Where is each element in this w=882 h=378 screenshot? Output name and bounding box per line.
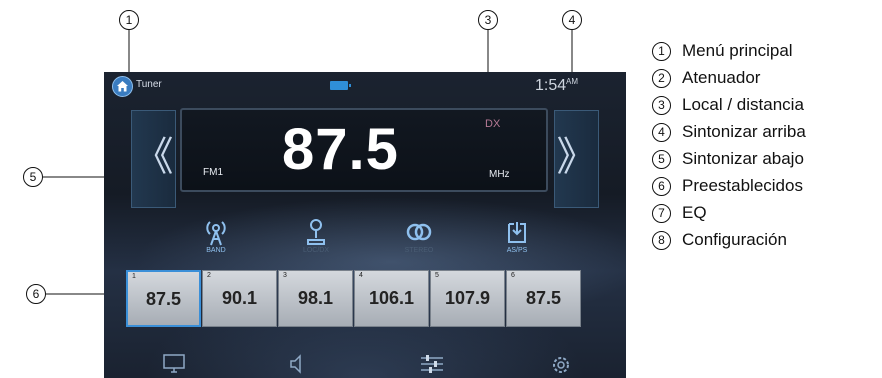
callout-6: 6 <box>26 284 46 304</box>
legend-item: 8 Configuración <box>652 229 882 251</box>
settings-button[interactable] <box>550 354 572 378</box>
loc-dx-icon <box>307 219 325 245</box>
battery-icon <box>330 81 351 90</box>
preset-6[interactable]: 6 87.5 <box>506 270 581 327</box>
preset-number: 4 <box>359 272 363 279</box>
preset-number: 3 <box>283 272 287 279</box>
preset-frequency: 87.5 <box>145 289 182 309</box>
speaker-button[interactable] <box>288 354 308 378</box>
legend-number: 3 <box>652 96 671 115</box>
legend-text: Preestablecidos <box>682 176 803 195</box>
main-menu-button[interactable] <box>162 354 186 378</box>
frequency-display: FM1 87.5 DX MHz <box>180 108 548 192</box>
legend-number: 2 <box>652 69 671 88</box>
status-bar: Tuner 1:54 AM <box>104 72 626 100</box>
preset-frequency: 90.1 <box>221 288 258 308</box>
bottom-toolbar <box>104 344 626 378</box>
preset-frequency: 107.9 <box>444 288 491 308</box>
legend-item: 7 EQ <box>652 202 882 224</box>
legend-text: Local / distancia <box>682 95 804 114</box>
frequency-unit: MHz <box>489 169 510 180</box>
legend-text: Menú principal <box>682 41 793 60</box>
legend-number: 5 <box>652 150 671 169</box>
band-antenna-icon <box>206 221 226 246</box>
preset-2[interactable]: 2 90.1 <box>202 270 277 327</box>
legend-item: 4 Sintonizar arriba <box>652 121 882 143</box>
frequency-value: 87.5 <box>282 117 399 182</box>
preset-number: 5 <box>435 272 439 279</box>
callout-3: 3 <box>478 10 498 30</box>
preset-number: 2 <box>207 272 211 279</box>
preset-frequency: 87.5 <box>525 288 562 308</box>
as-ps-button-label: AS/PS <box>506 247 528 254</box>
monitor-icon <box>163 354 185 373</box>
stereo-button-label: STEREO <box>404 247 434 254</box>
legend-item: 6 Preestablecidos <box>652 175 882 197</box>
band-label: FM1 <box>203 167 223 178</box>
band-button-label: BAND <box>206 247 226 254</box>
legend-text: Sintonizar abajo <box>682 149 804 168</box>
seek-up-button[interactable]: 》 <box>554 110 599 208</box>
legend-text: Sintonizar arriba <box>682 122 806 141</box>
eq-button[interactable] <box>420 354 444 378</box>
loc-dx-button[interactable]: LOC/DX <box>286 218 346 260</box>
callout-1: 1 <box>119 10 139 30</box>
as-ps-button[interactable]: AS/PS <box>487 218 547 260</box>
stereo-button[interactable]: STEREO <box>389 218 449 260</box>
legend-text: EQ <box>682 203 707 222</box>
legend-number: 4 <box>652 123 671 142</box>
legend-text: Configuración <box>682 230 787 249</box>
preset-3[interactable]: 3 98.1 <box>278 270 353 327</box>
legend-number: 8 <box>652 231 671 250</box>
legend-number: 7 <box>652 204 671 223</box>
callout-5: 5 <box>23 167 43 187</box>
preset-number: 6 <box>511 272 515 279</box>
legend-item: 5 Sintonizar abajo <box>652 148 882 170</box>
legend-item: 2 Atenuador <box>652 67 882 89</box>
preset-row: 1 87.5 2 90.1 3 98.1 4 106.1 5 107.9 6 8… <box>126 270 581 327</box>
preset-4[interactable]: 4 106.1 <box>354 270 429 327</box>
preset-frequency: 98.1 <box>297 288 334 308</box>
eq-sliders-icon <box>421 355 443 373</box>
preset-number: 1 <box>132 273 136 280</box>
clock-time: 1:54 <box>535 77 567 94</box>
home-button[interactable] <box>112 76 133 97</box>
legend-number: 1 <box>652 42 671 61</box>
callout-4: 4 <box>562 10 582 30</box>
legend-text: Atenuador <box>682 68 761 87</box>
stereo-icon <box>406 223 432 241</box>
preset-1[interactable]: 1 87.5 <box>126 270 201 327</box>
preset-5[interactable]: 5 107.9 <box>430 270 505 327</box>
app-title: Tuner <box>136 79 162 90</box>
legend-item: 1 Menú principal <box>652 40 882 62</box>
as-ps-icon <box>508 222 526 243</box>
double-chevron-right-icon: 》 <box>556 135 597 179</box>
band-button[interactable]: BAND <box>186 218 246 260</box>
tuner-screen: Tuner 1:54 AM 《 FM1 87.5 DX MHz 》 BAND L… <box>104 72 626 378</box>
legend-item: 3 Local / distancia <box>652 94 882 116</box>
settings-gear-icon <box>553 357 569 373</box>
preset-frequency: 106.1 <box>368 288 415 308</box>
loc-dx-button-label: LOC/DX <box>302 247 330 254</box>
speaker-icon <box>290 354 301 374</box>
double-chevron-left-icon: 《 <box>133 135 174 179</box>
seek-down-button[interactable]: 《 <box>131 110 176 208</box>
dx-indicator[interactable]: DX <box>485 118 500 130</box>
clock-ampm: AM <box>566 77 578 86</box>
legend-number: 6 <box>652 177 671 196</box>
home-icon <box>117 81 128 92</box>
